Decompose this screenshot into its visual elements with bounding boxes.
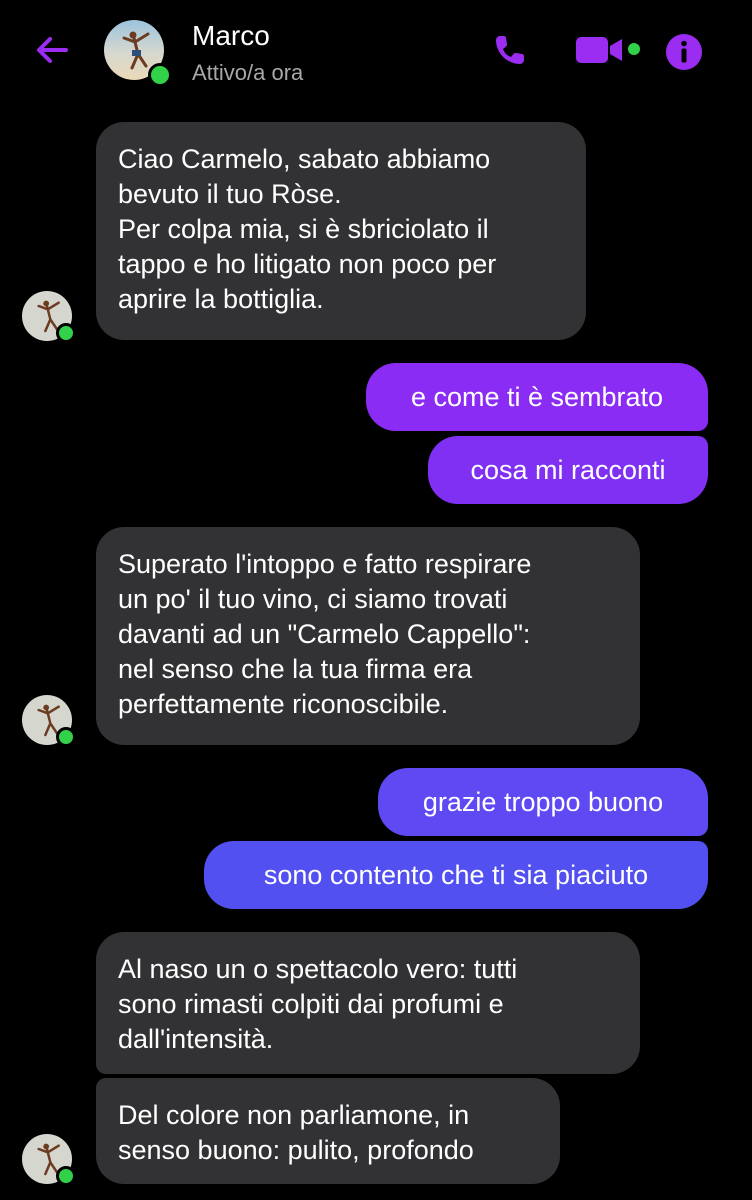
online-status-dot bbox=[56, 323, 76, 343]
info-icon[interactable] bbox=[664, 32, 704, 72]
video-online-dot bbox=[628, 43, 640, 55]
video-camera-icon[interactable] bbox=[574, 34, 626, 66]
back-arrow-icon[interactable] bbox=[32, 30, 72, 70]
incoming-message[interactable]: Superato l'intoppo e fatto respirare un … bbox=[96, 527, 640, 745]
contact-status: Attivo/a ora bbox=[192, 60, 304, 85]
incoming-message[interactable]: Del colore non parliamone, in senso buon… bbox=[96, 1078, 560, 1184]
online-status-dot bbox=[148, 63, 172, 87]
chat-header: Marco Attivo/a ora bbox=[0, 0, 752, 100]
online-status-dot bbox=[56, 1166, 76, 1186]
contact-name[interactable]: Marco bbox=[192, 20, 270, 52]
online-status-dot bbox=[56, 727, 76, 747]
incoming-message[interactable]: Ciao Carmelo, sabato abbiamo bevuto il t… bbox=[96, 122, 586, 340]
outgoing-message[interactable]: grazie troppo buono bbox=[378, 768, 708, 836]
outgoing-message[interactable]: e come ti è sembrato bbox=[366, 363, 708, 431]
outgoing-message[interactable]: sono contento che ti sia piaciuto bbox=[204, 841, 708, 909]
incoming-message[interactable]: Al naso un o spettacolo vero: tutti sono… bbox=[96, 932, 640, 1074]
outgoing-message[interactable]: cosa mi racconti bbox=[428, 436, 708, 504]
phone-icon[interactable] bbox=[492, 32, 528, 68]
